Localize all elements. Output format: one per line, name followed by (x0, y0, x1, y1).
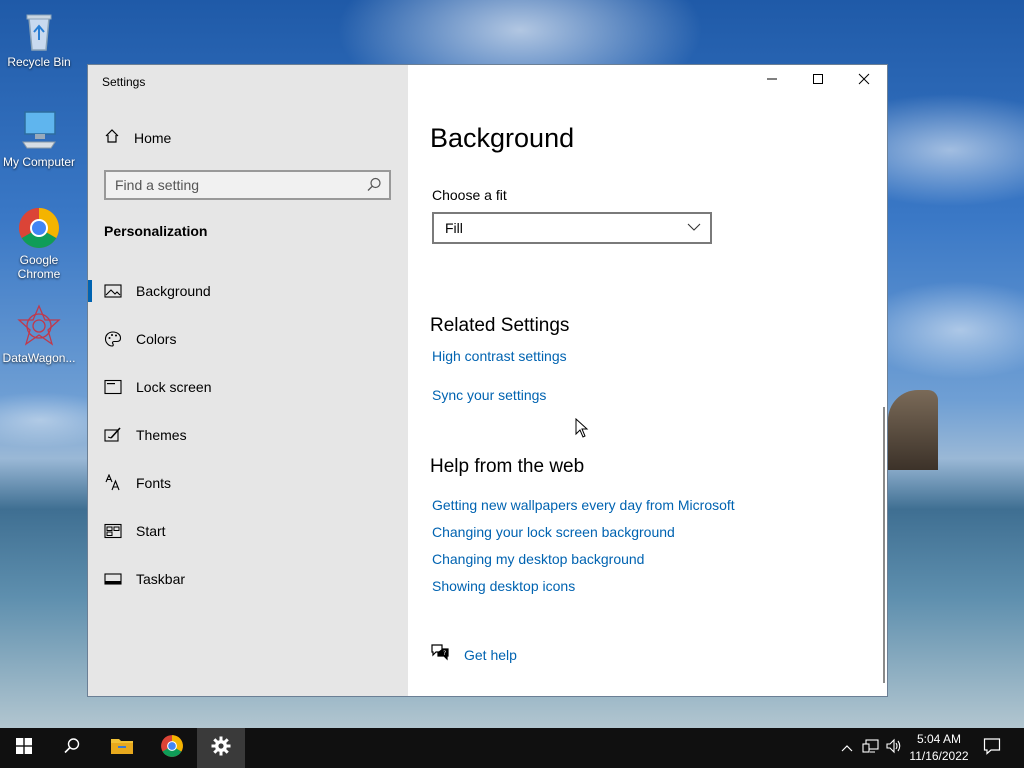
datawagon-icon (17, 304, 61, 348)
close-icon (858, 72, 870, 90)
desktop-icon-label: Google Chrome (17, 253, 61, 281)
gear-icon (211, 736, 231, 761)
fonts-icon (104, 474, 122, 492)
taskbar: 5:04 AM 11/16/2022 (0, 728, 1024, 768)
sidebar-item-lock-screen[interactable]: Lock screen (88, 363, 408, 411)
sidebar-nav: Background Colors Lock screen Themes Fon… (88, 267, 408, 603)
sidebar-item-fonts[interactable]: Fonts (88, 459, 408, 507)
speaker-icon (885, 738, 903, 759)
taskbar-clock[interactable]: 5:04 AM 11/16/2022 (906, 731, 972, 765)
chevron-up-icon (841, 739, 853, 757)
main-content: Background Choose a fit Fill Related Set… (408, 65, 887, 696)
minimize-button[interactable] (749, 65, 795, 97)
desktop-icon-datawagon[interactable]: DataWagon... (0, 304, 78, 365)
lock-screen-icon (104, 378, 122, 396)
maximize-button[interactable] (795, 65, 841, 97)
sidebar-item-taskbar[interactable]: Taskbar (88, 555, 408, 603)
home-icon (104, 128, 120, 149)
help-heading: Help from the web (430, 456, 585, 477)
wallpaper-rock (888, 390, 938, 470)
get-help-row[interactable]: ? Get help (430, 643, 517, 666)
tray-network[interactable] (860, 728, 882, 768)
folder-icon (110, 736, 134, 761)
sidebar-item-label: Taskbar (136, 571, 186, 587)
chrome-icon (160, 734, 184, 763)
sync-settings-link[interactable]: Sync your settings (432, 387, 546, 403)
desktop-icon-my-computer[interactable]: My Computer (0, 108, 78, 169)
notification-icon (983, 737, 1001, 760)
taskbar-settings[interactable] (197, 728, 245, 768)
start-icon (104, 522, 122, 540)
home-label: Home (134, 130, 172, 146)
page-title: Background (430, 123, 575, 153)
chrome-icon (17, 206, 61, 250)
taskbar-file-explorer[interactable] (98, 728, 146, 768)
taskbar-chrome[interactable] (148, 728, 196, 768)
desktop-icon-label: Recycle Bin (7, 55, 71, 69)
sidebar-item-label: Start (136, 523, 166, 539)
clock-time: 5:04 AM (916, 732, 962, 746)
computer-icon (17, 108, 61, 152)
fit-dropdown[interactable]: Fill (432, 212, 712, 244)
sidebar-item-label: Fonts (136, 475, 172, 491)
window-title: Settings (102, 75, 146, 89)
scrollbar[interactable] (883, 407, 885, 683)
sidebar-item-themes[interactable]: Themes (88, 411, 408, 459)
themes-icon (104, 426, 122, 444)
help-link-desktop-background[interactable]: Changing my desktop background (432, 551, 644, 567)
desktop-icon-label: My Computer (2, 155, 76, 169)
sidebar: Settings Home Personalization Background (88, 65, 408, 696)
taskbar-search-button[interactable] (48, 728, 96, 768)
action-center-button[interactable] (978, 728, 1006, 768)
recycle-bin-icon (17, 8, 61, 52)
high-contrast-link[interactable]: High contrast settings (432, 348, 567, 364)
search-icon (63, 737, 81, 760)
mouse-cursor-icon (575, 417, 589, 443)
desktop-icon-google-chrome[interactable]: Google Chrome (0, 206, 78, 281)
network-icon (862, 738, 880, 759)
help-link-wallpapers[interactable]: Getting new wallpapers every day from Mi… (432, 497, 735, 513)
picture-icon (104, 282, 122, 300)
related-settings-heading: Related Settings (430, 315, 570, 336)
search-icon[interactable] (365, 176, 383, 194)
start-button[interactable] (0, 728, 48, 768)
fit-dropdown-value: Fill (445, 220, 463, 236)
palette-icon (104, 330, 122, 348)
chat-help-icon: ? (430, 643, 450, 666)
search-input[interactable] (106, 176, 365, 194)
maximize-icon (812, 72, 824, 90)
tray-show-hidden[interactable] (838, 728, 856, 768)
windows-logo-icon (16, 737, 32, 759)
sidebar-item-start[interactable]: Start (88, 507, 408, 555)
help-link-lock-screen[interactable]: Changing your lock screen background (432, 524, 675, 540)
sidebar-item-colors[interactable]: Colors (88, 315, 408, 363)
sidebar-item-label: Lock screen (136, 379, 212, 395)
tray-volume[interactable] (884, 728, 904, 768)
desktop-icon-recycle-bin[interactable]: Recycle Bin (0, 8, 78, 69)
clock-date: 11/16/2022 (909, 749, 969, 763)
chevron-down-icon (687, 219, 701, 237)
home-link[interactable]: Home (104, 127, 171, 149)
help-link-desktop-icons[interactable]: Showing desktop icons (432, 578, 575, 594)
get-help-link[interactable]: Get help (464, 647, 517, 663)
taskbar-icon (104, 570, 122, 588)
desktop-icon-label: DataWagon... (2, 351, 76, 365)
minimize-icon (766, 72, 778, 90)
fit-label: Choose a fit (432, 187, 507, 203)
sidebar-item-label: Themes (136, 427, 187, 443)
search-box[interactable] (104, 170, 391, 200)
svg-text:?: ? (443, 650, 446, 657)
sidebar-item-label: Background (136, 283, 211, 299)
sidebar-item-label: Colors (136, 331, 177, 347)
close-button[interactable] (841, 65, 887, 97)
settings-window: Settings Home Personalization Background (87, 64, 888, 697)
sidebar-item-background[interactable]: Background (88, 267, 408, 315)
section-title: Personalization (104, 223, 208, 239)
